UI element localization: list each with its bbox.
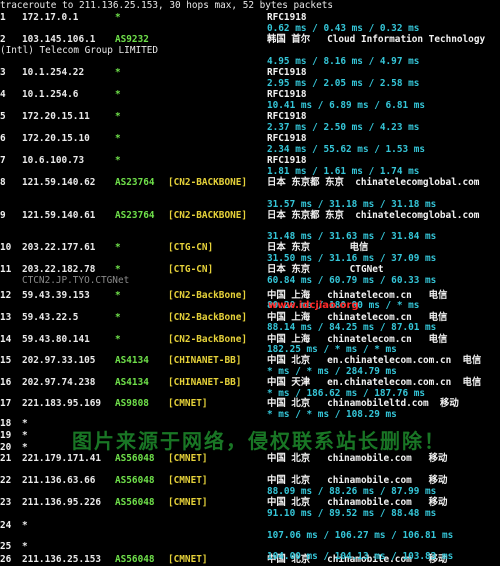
hop-number: 23: [0, 497, 12, 508]
hop-ip: 202.97.74.238: [22, 377, 96, 388]
hop-number: 10: [0, 242, 12, 253]
hop-ip: 172.20.15.10: [22, 133, 90, 144]
hop-number: 16: [0, 377, 12, 388]
hop-ip: 10.1.254.6: [22, 89, 79, 100]
hop-asn: AS4134: [115, 377, 149, 388]
hop-ip: 10.1.254.22: [22, 67, 85, 78]
hop-geo: 韩国 首尔 Cloud Information Technology: [267, 34, 486, 45]
hop-row: 22 211.136.63.66 AS56048 [CMNET] 中国 北京 china…: [0, 475, 500, 487]
hop-row: 8 121.59.140.62 AS23764 [CN2-BACKBONE] 日本 东京…: [0, 177, 500, 189]
hop-number: 22: [0, 475, 12, 486]
hop-geo: 中国 北京 chinamobile.com 移动: [267, 497, 448, 508]
hop-ip: 121.59.140.62: [22, 177, 96, 188]
hop-ip: 211.136.63.66: [22, 475, 96, 486]
hop-ip: 221.183.95.169: [22, 398, 102, 409]
hop-asn: AS4134: [115, 355, 149, 366]
hop-number: 3: [0, 67, 6, 78]
hop-number: 17: [0, 398, 12, 409]
hop-ip: *: [22, 418, 28, 429]
hop-ip: 202.97.33.105: [22, 355, 96, 366]
notice-watermark: 图片来源于网络，侵权联系站长删除！: [72, 429, 446, 453]
hop-rtt: 88.14 ms / 84.25 ms / 87.01 ms: [267, 322, 437, 333]
hop-row: 9 121.59.140.61 AS23764 [CN2-BACKBONE] 日本 东京…: [0, 210, 500, 222]
hop-number: 21: [0, 453, 12, 464]
hop-number: 4: [0, 89, 6, 100]
hop-asn: AS56048: [115, 453, 155, 464]
hop-asn: AS23764: [115, 210, 155, 221]
hop-geo: 中国 北京 chinamobile.com 移动: [267, 453, 448, 464]
hop-row: 4 10.1.254.6 * RFC1918: [0, 89, 500, 101]
hop-asn: AS56048: [115, 475, 155, 486]
hop-ip: *: [22, 430, 28, 441]
hop-number: 7: [0, 155, 6, 166]
hop-ip: 10.6.100.73: [22, 155, 85, 166]
hop-ip: 121.59.140.61: [22, 210, 96, 221]
hop-number: 9: [0, 210, 6, 221]
hop-ip: 172.20.15.11: [22, 111, 90, 122]
traceroute-header: traceroute to 211.136.25.153, 30 hops ma…: [0, 0, 334, 11]
site-watermark: www.idcjiao.org: [268, 300, 359, 311]
hop-asn: *: [115, 155, 121, 166]
hop-network-tag: [CMNET]: [168, 475, 208, 486]
hop-rdns: CTCN2.JP.TYO.CTGNet: [22, 275, 130, 286]
hop-row: 1 172.17.0.1 * RFC1918: [0, 12, 500, 24]
hop-rtt: 60.84 ms / 60.79 ms / 60.33 ms: [267, 275, 437, 286]
hop-network-tag: [CHINANET-BB]: [168, 377, 242, 388]
hop-rtt: 107.06 ms / 106.27 ms / 106.81 ms: [267, 530, 454, 541]
hop-row: 3 10.1.254.22 * RFC1918: [0, 67, 500, 79]
hop-extra-line: (Intl) Telecom Group LIMITED: [0, 45, 159, 56]
hop-row: 5 172.20.15.11 * RFC1918: [0, 111, 500, 123]
hop-rtt: 91.10 ms / 89.52 ms / 88.48 ms: [267, 508, 437, 519]
hop-number: 15: [0, 355, 12, 366]
hop-ip: 211.136.95.226: [22, 497, 102, 508]
hop-asn: *: [115, 89, 121, 100]
hop-geo: 中国 北京 chinamobile.com 移动: [267, 475, 448, 486]
hop-asn: *: [115, 111, 121, 122]
hop-network-tag: [CMNET]: [168, 497, 208, 508]
hop-number: 6: [0, 133, 6, 144]
hop-row: 23 211.136.95.226 AS56048 [CMNET] 中国 北京 chin…: [0, 497, 500, 509]
hop-network-tag: [CHINANET-BB]: [168, 355, 242, 366]
hop-network-tag: [CMNET]: [168, 453, 208, 464]
hop-asn: *: [115, 242, 121, 253]
hop-row: 21 221.179.171.41 AS56048 [CMNET] 中国 北京 chin…: [0, 453, 500, 465]
hop-number: 8: [0, 177, 6, 188]
hop-network-tag: [CMNET]: [168, 398, 208, 409]
hop-row: 15 202.97.33.105 AS4134 [CHINANET-BB] 中国 北京 …: [0, 355, 500, 367]
hop-ip: *: [22, 520, 28, 531]
hop-network-tag: [CN2-BACKBONE]: [168, 177, 248, 188]
hop-network-tag: [CN2-BACKBONE]: [168, 210, 248, 221]
hop-row: 17 221.183.95.169 AS9808 [CMNET] 中国 北京 china…: [0, 398, 500, 410]
hop-row: 16 202.97.74.238 AS4134 [CHINANET-BB] 中国 天津 …: [0, 377, 500, 389]
hop-number: 11: [0, 264, 12, 275]
hop-asn: AS56048: [115, 497, 155, 508]
hop-ip: 203.22.177.61: [22, 242, 96, 253]
hop-rtt: 104.00 ms / 104.13 ms / 103.83 ms: [267, 551, 454, 562]
hop-number: 5: [0, 111, 6, 122]
hop-asn: AS23764: [115, 177, 155, 188]
hop-network-tag: [CTG-CN]: [168, 242, 214, 253]
hop-row: 24 *: [0, 520, 500, 532]
hop-asn: AS9808: [115, 398, 149, 409]
hop-number: 24: [0, 520, 12, 531]
hop-number: 18: [0, 418, 12, 429]
terminal-output: traceroute to 211.136.25.153, 30 hops ma…: [0, 0, 500, 565]
hop-asn: *: [115, 12, 121, 23]
hop-asn: *: [115, 133, 121, 144]
hop-asn: *: [115, 67, 121, 78]
hop-number: 19: [0, 430, 12, 441]
hop-row: 7 10.6.100.73 * RFC1918: [0, 155, 500, 167]
hop-geo: 日本 东京都 东京 chinatelecomglobal.com: [267, 177, 480, 188]
hop-geo: 日本 东京都 东京 chinatelecomglobal.com: [267, 210, 480, 221]
hop-ip: 172.17.0.1: [22, 12, 79, 23]
hop-ip: 221.179.171.41: [22, 453, 102, 464]
hop-row: 6 172.20.15.10 * RFC1918: [0, 133, 500, 145]
hop-number: 1: [0, 12, 6, 23]
hop-network-tag: [CTG-CN]: [168, 264, 214, 275]
